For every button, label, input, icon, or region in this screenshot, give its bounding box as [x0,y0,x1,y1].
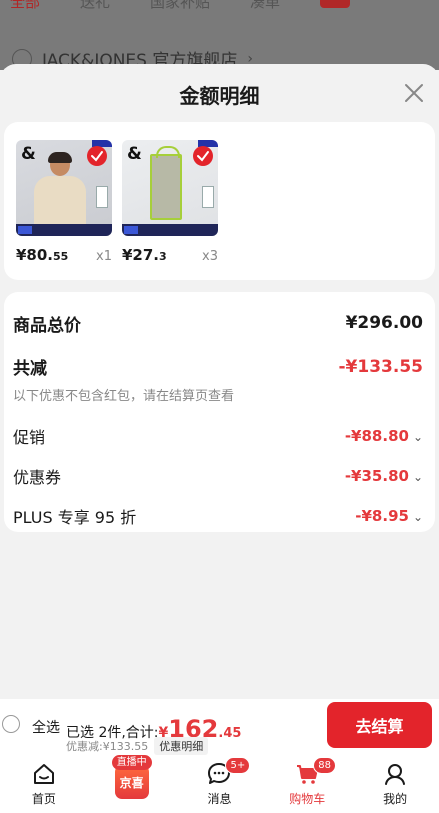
discount-row: 共减 -¥133.55 [13,354,424,380]
tab-home[interactable]: 首页 [0,755,88,813]
brand-logo: & [21,144,36,164]
background-page: 全部 送礼 国家补贴 凑单 JACK&JONES 官方旗舰店 › [0,0,439,70]
plus-value: -¥8.95 ⌄ [355,507,423,525]
tab-jingxi[interactable]: 直播中 京喜 [88,755,176,813]
chevron-down-icon: ⌄ [412,470,423,484]
discount-amount-text: 优惠减:¥133.55 [66,740,149,753]
promo-stripe [16,224,112,236]
side-tag [202,186,214,208]
tab-me-label: 我的 [383,792,408,806]
user-icon [385,764,406,785]
brand-logo: & [127,144,142,164]
plus-row[interactable]: PLUS 专享 95 折 -¥8.95 ⌄ [13,504,423,528]
sheet-header: 金额明细 [0,64,439,122]
checkmark-icon[interactable] [87,146,107,166]
product-price-row: ¥27.3 x3 [122,246,218,264]
product-item[interactable]: & ¥80.55 x1 [16,140,112,280]
bottom-tab-bar: 首页 直播中 京喜 5+ 消息 88 购物车 我的 [0,755,439,813]
product-qty: x3 [202,249,218,264]
side-tag [96,186,108,208]
live-badge: 直播中 [111,755,152,770]
promo-stripe [122,224,218,236]
price-summary: 商品总价 ¥296.00 共减 -¥133.55 以下优惠不包含红包，请在结算页… [4,292,435,532]
close-icon[interactable] [403,82,425,104]
promo-label: 促销 [13,428,46,447]
product-item[interactable]: & ¥27.3 x3 [122,140,218,280]
checkout-bar: 全选 已选 2件,合计: ¥162.45 优惠减:¥133.55 优惠明细 去结… [0,699,439,755]
chevron-down-icon: ⌄ [412,430,423,444]
promo-row[interactable]: 促销 -¥88.80 ⌄ [13,424,423,448]
bg-badge [320,0,351,8]
chevron-down-icon: ⌄ [412,510,423,524]
tab-cart[interactable]: 88 购物车 [263,755,351,813]
bg-tab-subsidy: 国家补贴 [150,0,211,11]
product-price-row: ¥80.55 x1 [16,246,112,264]
product-price: ¥27.3 [122,246,167,264]
coupon-label: 优惠券 [13,468,62,487]
bg-tab-gift: 送礼 [80,0,111,11]
product-qty: x1 [96,249,112,264]
select-all-checkbox[interactable] [2,715,20,733]
product-image: & [16,140,112,236]
plus-label: PLUS 专享 95 折 [13,508,137,527]
bag-figure [150,146,182,220]
total-value: ¥296.00 [345,313,423,333]
product-image: & [122,140,218,236]
cart-count-badge: 88 [313,757,337,774]
amount-detail-sheet: 金额明细 & ¥80.55 x1 & ¥27.3 x3 商品总价 ¥296.00… [0,64,439,704]
bg-tab-bundle: 凑单 [250,0,281,11]
checkmark-icon[interactable] [193,146,213,166]
promo-value: -¥88.80 ⌄ [344,427,423,445]
product-list: & ¥80.55 x1 & ¥27.3 x3 [4,122,435,280]
select-all-label[interactable]: 全选 [32,717,60,737]
tab-messages[interactable]: 5+ 消息 [176,755,264,813]
discount-note: 以下优惠不包含红包，请在结算页查看 [13,389,235,404]
tab-messages-label: 消息 [207,792,232,806]
total-row: 商品总价 ¥296.00 [13,312,423,336]
total-label: 商品总价 [13,315,81,336]
coupon-value: -¥35.80 ⌄ [344,467,423,485]
bg-tab-all: 全部 [10,0,41,11]
sheet-title: 金额明细 [179,84,260,108]
jingxi-icon: 京喜 [114,765,149,799]
background-tabs: 全部 送礼 国家补贴 凑单 [0,0,439,12]
model-figure [34,152,86,228]
tab-me[interactable]: 我的 [351,755,439,813]
tab-cart-label: 购物车 [289,792,326,806]
discount-summary: 优惠减:¥133.55 优惠明细 [66,737,209,755]
message-count-badge: 5+ [225,757,251,774]
checkout-button[interactable]: 去结算 [327,702,432,748]
discount-label: 共减 [13,359,47,379]
discount-detail-button[interactable]: 优惠明细 [154,737,209,755]
discount-value: -¥133.55 [338,356,424,377]
coupon-row[interactable]: 优惠券 -¥35.80 ⌄ [13,464,423,488]
tab-home-label: 首页 [31,792,56,806]
product-price: ¥80.55 [16,246,69,264]
home-icon [33,764,54,784]
